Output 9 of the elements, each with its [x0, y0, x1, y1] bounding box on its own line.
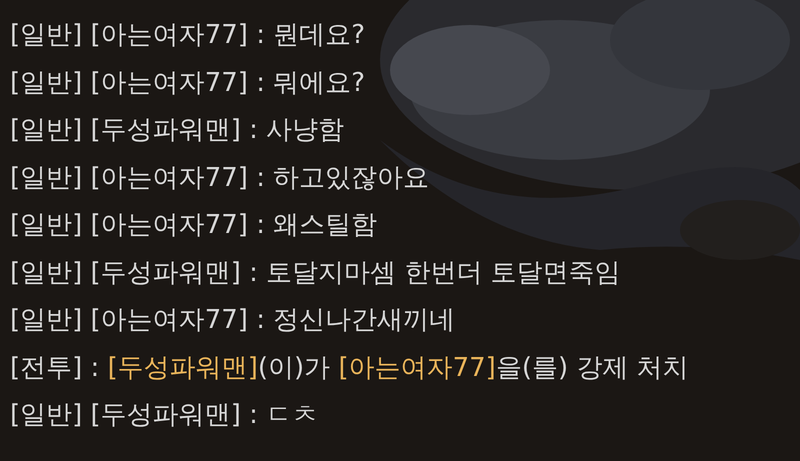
chat-message: [일반] [두성파워맨] : ㄷㅊ	[10, 400, 320, 430]
chat-message: [일반] [아는여자77] : 뭔데요?	[10, 20, 366, 50]
chat-message: [일반] [아는여자77] : 뭐에요?	[10, 68, 366, 98]
chat-message: [일반] [두성파워맨] : 토달지마셈 한번더 토달면죽임	[10, 258, 622, 288]
chat-message: [일반] [두성파워맨] : 사냥함	[10, 115, 346, 145]
chat-message: [일반] [아는여자77] : 정신나간새끼네	[10, 305, 456, 335]
chat-message: [일반] [아는여자77] : 하고있잖아요	[10, 162, 430, 192]
chat-message: [일반] [아는여자77] : 왜스틸함	[10, 210, 378, 240]
system-message: [전투] : [두성파워맨](이)가 [아는여자77]을(를) 강제 처치	[10, 352, 690, 382]
